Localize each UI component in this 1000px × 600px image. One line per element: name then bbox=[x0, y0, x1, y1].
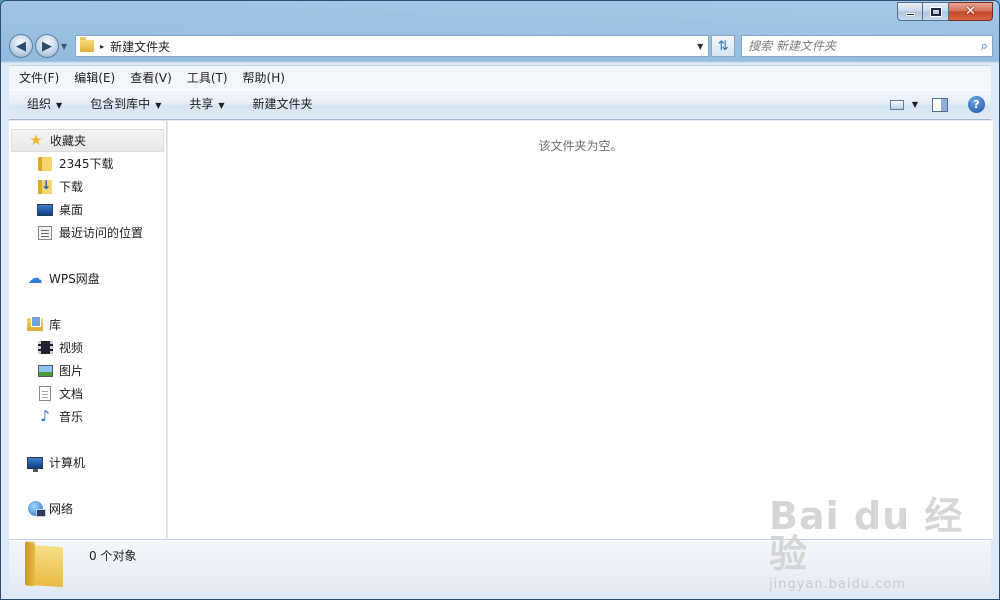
breadcrumb-chevron-icon[interactable]: ▸ bbox=[100, 42, 104, 51]
folder-icon bbox=[80, 37, 95, 52]
sidebar-item-label: 最近访问的位置 bbox=[59, 226, 144, 240]
refresh-button[interactable]: ⇅ bbox=[711, 35, 736, 57]
address-dropdown-icon[interactable]: ▼ bbox=[692, 42, 708, 51]
sidebar-item-videos[interactable]: 视频 bbox=[9, 336, 166, 359]
sidebar-item-label: 网络 bbox=[49, 502, 74, 516]
chevron-down-icon: ▼ bbox=[218, 101, 225, 110]
sidebar-item-documents[interactable]: 文档 bbox=[9, 382, 166, 405]
sidebar-item-music[interactable]: ♪ 音乐 bbox=[9, 405, 166, 428]
desktop-icon bbox=[37, 202, 53, 218]
video-icon bbox=[37, 340, 53, 356]
sidebar-item-label: 桌面 bbox=[59, 203, 84, 217]
share-label: 共享 bbox=[189, 97, 214, 111]
menu-tools[interactable]: 工具(T) bbox=[177, 66, 233, 90]
sidebar-item-pictures[interactable]: 图片 bbox=[9, 359, 166, 382]
sidebar-item-recent-places[interactable]: 最近访问的位置 bbox=[9, 221, 166, 244]
menu-edit[interactable]: 编辑(E) bbox=[64, 66, 120, 90]
downloads-icon bbox=[37, 178, 53, 195]
forward-arrow-icon: ▶ bbox=[42, 38, 52, 54]
pictures-icon bbox=[37, 363, 53, 379]
sidebar-item-label: 计算机 bbox=[49, 456, 86, 470]
menu-bar: 文件(F) 编辑(E) 查看(V) 工具(T) 帮助(H) bbox=[9, 65, 991, 89]
view-controls: ▼ ? bbox=[889, 96, 991, 113]
network-icon bbox=[27, 501, 46, 517]
cloud-icon: ☁ bbox=[27, 269, 43, 287]
sidebar-item-label: 音乐 bbox=[59, 410, 84, 424]
search-input[interactable] bbox=[748, 39, 981, 53]
details-pane: 0 个对象 bbox=[9, 539, 991, 593]
forward-button[interactable]: ▶ bbox=[35, 34, 59, 58]
sidebar-item-wps-cloud[interactable]: ☁ WPS网盘 bbox=[9, 267, 166, 290]
recent-pages-dropdown[interactable]: ▼ bbox=[61, 42, 67, 51]
sidebar-item-2345-downloads[interactable]: 2345下载 bbox=[9, 152, 166, 175]
view-options-dropdown-icon[interactable]: ▼ bbox=[912, 100, 918, 109]
sidebar-item-label: 库 bbox=[49, 318, 62, 332]
minimize-button[interactable] bbox=[897, 2, 923, 21]
item-count: 0 个对象 bbox=[89, 549, 137, 563]
share-button[interactable]: 共享 ▼ bbox=[171, 89, 234, 120]
sidebar-item-favorites[interactable]: ★ 收藏夹 bbox=[11, 129, 164, 152]
address-row: ◀ ▶ ▼ ▸ 新建文件夹 ▼ ⇅ ⌕ bbox=[9, 33, 993, 59]
libraries-icon bbox=[27, 316, 43, 333]
caption-buttons: ✕ bbox=[897, 2, 993, 21]
maximize-button[interactable] bbox=[923, 2, 949, 21]
recent-places-icon bbox=[37, 225, 53, 241]
preview-pane-icon[interactable] bbox=[932, 97, 948, 112]
change-view-icon[interactable] bbox=[889, 99, 904, 110]
back-button[interactable]: ◀ bbox=[9, 34, 33, 58]
organize-button[interactable]: 组织 ▼ bbox=[9, 89, 72, 120]
search-icon[interactable]: ⌕ bbox=[981, 39, 988, 54]
help-icon[interactable]: ? bbox=[968, 96, 985, 113]
sidebar-item-label: 文档 bbox=[59, 387, 84, 401]
command-bar: 组织 ▼ 包含到库中 ▼ 共享 ▼ 新建文件夹 ▼ ? bbox=[9, 89, 991, 120]
folder-icon bbox=[37, 156, 53, 172]
sidebar-item-desktop[interactable]: 桌面 bbox=[9, 198, 166, 221]
minimize-icon bbox=[905, 13, 915, 16]
chevron-down-icon: ▼ bbox=[56, 101, 63, 110]
sidebar-item-libraries[interactable]: 库 bbox=[9, 313, 166, 336]
organize-label: 组织 bbox=[27, 97, 52, 111]
close-button[interactable]: ✕ bbox=[949, 2, 993, 21]
maximize-icon bbox=[930, 7, 941, 16]
search-box[interactable]: ⌕ bbox=[741, 35, 993, 57]
include-in-library-label: 包含到库中 bbox=[90, 97, 151, 111]
sidebar-item-downloads[interactable]: 下载 bbox=[9, 175, 166, 198]
empty-folder-message: 该文件夹为空。 bbox=[538, 139, 623, 153]
sidebar-item-label: 2345下载 bbox=[59, 157, 114, 171]
sidebar-item-label: 收藏夹 bbox=[50, 134, 87, 148]
back-arrow-icon: ◀ bbox=[16, 38, 26, 54]
breadcrumb-current[interactable]: 新建文件夹 bbox=[110, 38, 692, 55]
file-list-area[interactable]: 该文件夹为空。 bbox=[168, 121, 993, 539]
navigation-pane: ★ 收藏夹 2345下载 下载 桌面 最近访问的位置 ☁ WPS网盘 库 bbox=[9, 121, 167, 539]
sidebar-item-label: 图片 bbox=[59, 364, 84, 378]
new-folder-button[interactable]: 新建文件夹 bbox=[235, 89, 323, 120]
music-icon: ♪ bbox=[40, 407, 50, 425]
menu-help[interactable]: 帮助(H) bbox=[233, 66, 290, 90]
close-icon: ✕ bbox=[965, 4, 976, 19]
sidebar-item-label: 下载 bbox=[59, 180, 84, 194]
include-in-library-button[interactable]: 包含到库中 ▼ bbox=[72, 89, 171, 120]
documents-icon bbox=[37, 386, 53, 402]
star-icon: ★ bbox=[29, 131, 43, 149]
sidebar-item-label: 视频 bbox=[59, 341, 84, 355]
chevron-down-icon: ▼ bbox=[155, 101, 162, 110]
computer-icon bbox=[27, 455, 43, 472]
sidebar-item-network[interactable]: 网络 bbox=[9, 497, 166, 520]
menu-file[interactable]: 文件(F) bbox=[9, 66, 64, 90]
address-bar[interactable]: ▸ 新建文件夹 ▼ bbox=[75, 35, 710, 57]
explorer-window: ✕ ◀ ▶ ▼ ▸ 新建文件夹 ▼ ⇅ ⌕ 文件(F) 编辑(E) 查看(V) … bbox=[0, 0, 1000, 600]
large-folder-icon bbox=[29, 544, 63, 588]
sidebar-item-computer[interactable]: 计算机 bbox=[9, 451, 166, 474]
menu-view[interactable]: 查看(V) bbox=[120, 66, 177, 90]
sidebar-item-label: WPS网盘 bbox=[49, 272, 100, 286]
refresh-icon: ⇅ bbox=[717, 38, 729, 54]
